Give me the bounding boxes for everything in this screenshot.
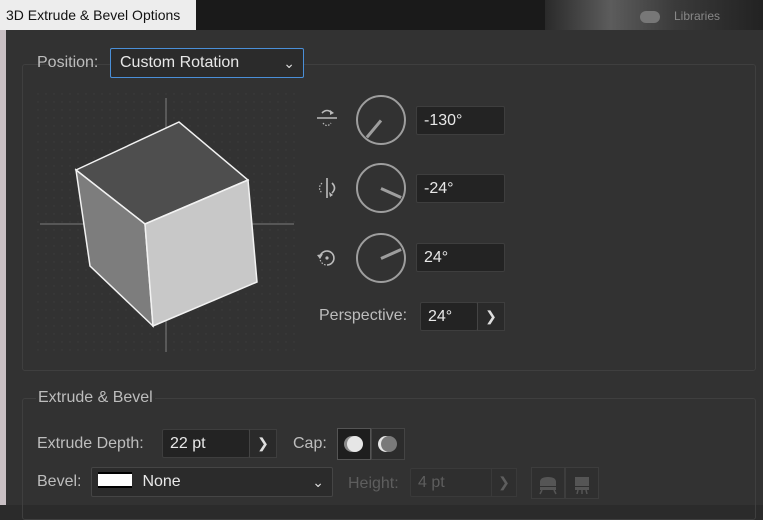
chevron-right-icon: ❯ <box>498 474 510 490</box>
libraries-icon <box>640 10 660 23</box>
position-label: Position: <box>37 54 99 71</box>
bevel-out-button[interactable] <box>531 467 565 499</box>
rotate-x-icon <box>317 109 337 127</box>
chevron-down-icon: ⌄ <box>312 474 324 490</box>
cap-on-button[interactable] <box>337 428 371 460</box>
rotate-z-icon <box>317 250 335 266</box>
cap-on-icon <box>344 436 363 452</box>
extrude-depth-input[interactable]: 22 pt <box>162 429 250 458</box>
bevel-in-icon <box>575 477 589 495</box>
bevel-in-button[interactable] <box>565 467 599 499</box>
chevron-down-icon: ⌄ <box>283 55 295 71</box>
z-rotation-dial[interactable] <box>356 233 406 283</box>
bevel-value: None <box>142 473 181 490</box>
extrude-depth-label: Extrude Depth: <box>37 435 144 452</box>
bevel-swatch <box>98 472 132 489</box>
height-value: 4 pt <box>418 474 445 491</box>
z-dial-needle <box>380 247 402 260</box>
extrude-depth-slider-button[interactable]: ❯ <box>249 429 277 458</box>
x-rotation-dial[interactable] <box>356 95 406 145</box>
bevel-dropdown[interactable]: None ⌄ <box>91 467 333 497</box>
z-rotation-value: 24° <box>424 249 449 266</box>
dialog-title: 3D Extrude & Bevel Options <box>0 0 196 30</box>
chevron-right-icon: ❯ <box>485 308 497 324</box>
x-rotation-value: -130° <box>424 112 463 129</box>
x-rotation-input[interactable]: -130° <box>416 106 505 135</box>
extrude-section-title: Extrude & Bevel <box>36 389 155 407</box>
rotate-y-icon <box>318 178 336 198</box>
extrude-depth-value: 22 pt <box>170 435 206 452</box>
y-dial-needle <box>380 186 402 199</box>
bevel-out-icon <box>539 477 557 495</box>
y-rotation-value: -24° <box>424 180 454 197</box>
x-dial-needle <box>365 119 383 138</box>
y-rotation-dial[interactable] <box>356 163 406 213</box>
z-rotation-input[interactable]: 24° <box>416 243 505 272</box>
position-value: Custom Rotation <box>120 54 240 71</box>
libraries-tab: Libraries <box>640 6 760 26</box>
libraries-label: Libraries <box>674 9 721 23</box>
chevron-right-icon: ❯ <box>257 435 269 451</box>
perspective-input[interactable]: 24° <box>420 302 478 331</box>
cap-off-icon <box>378 436 397 452</box>
cap-label: Cap: <box>293 435 327 452</box>
perspective-label: Perspective: <box>319 307 408 324</box>
height-slider-button[interactable]: ❯ <box>491 468 517 497</box>
position-dropdown[interactable]: Custom Rotation ⌄ <box>110 48 304 78</box>
cap-off-button[interactable] <box>371 428 405 460</box>
perspective-value: 24° <box>428 308 453 325</box>
perspective-slider-button[interactable]: ❯ <box>477 302 505 331</box>
y-rotation-input[interactable]: -24° <box>416 174 505 203</box>
bevel-label: Bevel: <box>37 473 82 490</box>
height-input[interactable]: 4 pt <box>410 468 492 497</box>
rotation-cube-preview[interactable] <box>36 92 298 354</box>
height-label: Height: <box>348 475 399 492</box>
extrude-bevel-dialog: Position: Custom Rotation ⌄ -130° -24° 2… <box>6 30 763 520</box>
